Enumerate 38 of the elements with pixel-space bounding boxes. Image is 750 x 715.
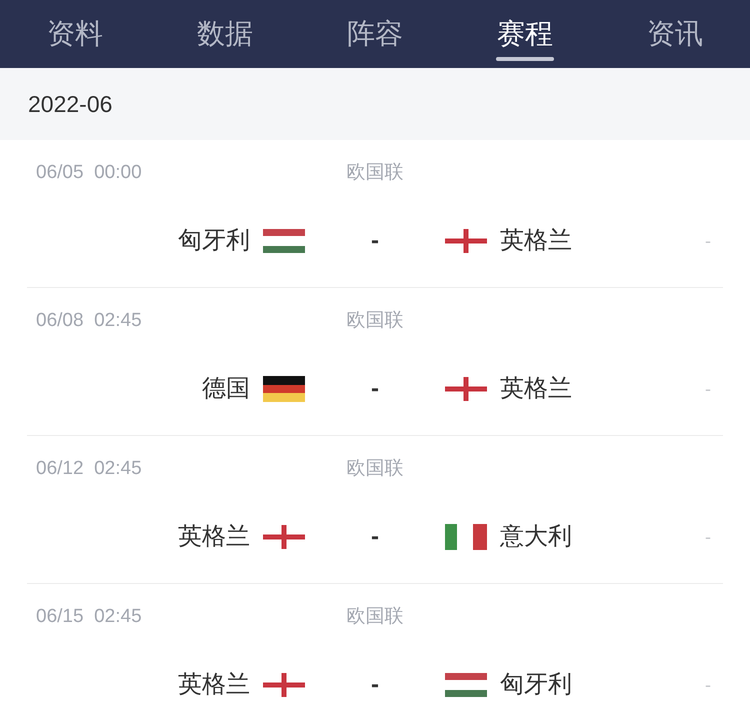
cross-flag-icon [263, 525, 305, 549]
cross-flag-icon [445, 377, 487, 401]
away-team-name: 意大利 [500, 522, 572, 552]
flag-icon [263, 376, 305, 402]
match-datetime: 06/05 00:00 [36, 160, 142, 185]
match-datetime: 06/08 02:45 [36, 308, 142, 333]
trailing-mark: - [705, 526, 711, 548]
trailing-mark: - [705, 230, 711, 252]
cross-flag-icon [445, 229, 487, 253]
tab[interactable]: 阵容 [346, 17, 404, 61]
match-score: - [371, 226, 379, 256]
tab[interactable]: 资讯 [646, 17, 704, 61]
league-name: 欧国联 [346, 308, 404, 333]
match-datetime: 06/15 02:45 [36, 604, 142, 629]
match-score: - [371, 374, 379, 404]
match-score: - [371, 522, 379, 552]
flag-icon [445, 673, 487, 697]
match-datetime: 06/12 02:45 [36, 456, 142, 481]
cross-flag-icon [263, 673, 305, 697]
tab[interactable]: 数据 [196, 17, 254, 61]
league-name: 欧国联 [346, 604, 404, 629]
league-name: 欧国联 [346, 160, 404, 185]
month-label: 2022-06 [28, 90, 112, 119]
away-team-name: 匈牙利 [500, 670, 572, 700]
home-team-name: 德国 [202, 374, 250, 404]
trailing-mark: - [705, 674, 711, 696]
trailing-mark: - [705, 378, 711, 400]
home-team-name: 英格兰 [178, 670, 250, 700]
league-name: 欧国联 [346, 456, 404, 481]
tab[interactable]: 资料 [46, 17, 104, 61]
home-team-name: 匈牙利 [178, 226, 250, 256]
flag-icon [263, 229, 305, 253]
home-team-name: 英格兰 [178, 522, 250, 552]
away-team-name: 英格兰 [500, 374, 572, 404]
tab[interactable]: 赛程 [496, 17, 554, 61]
away-team-name: 英格兰 [500, 226, 572, 256]
flag-icon [445, 524, 487, 550]
match-score: - [371, 670, 379, 700]
